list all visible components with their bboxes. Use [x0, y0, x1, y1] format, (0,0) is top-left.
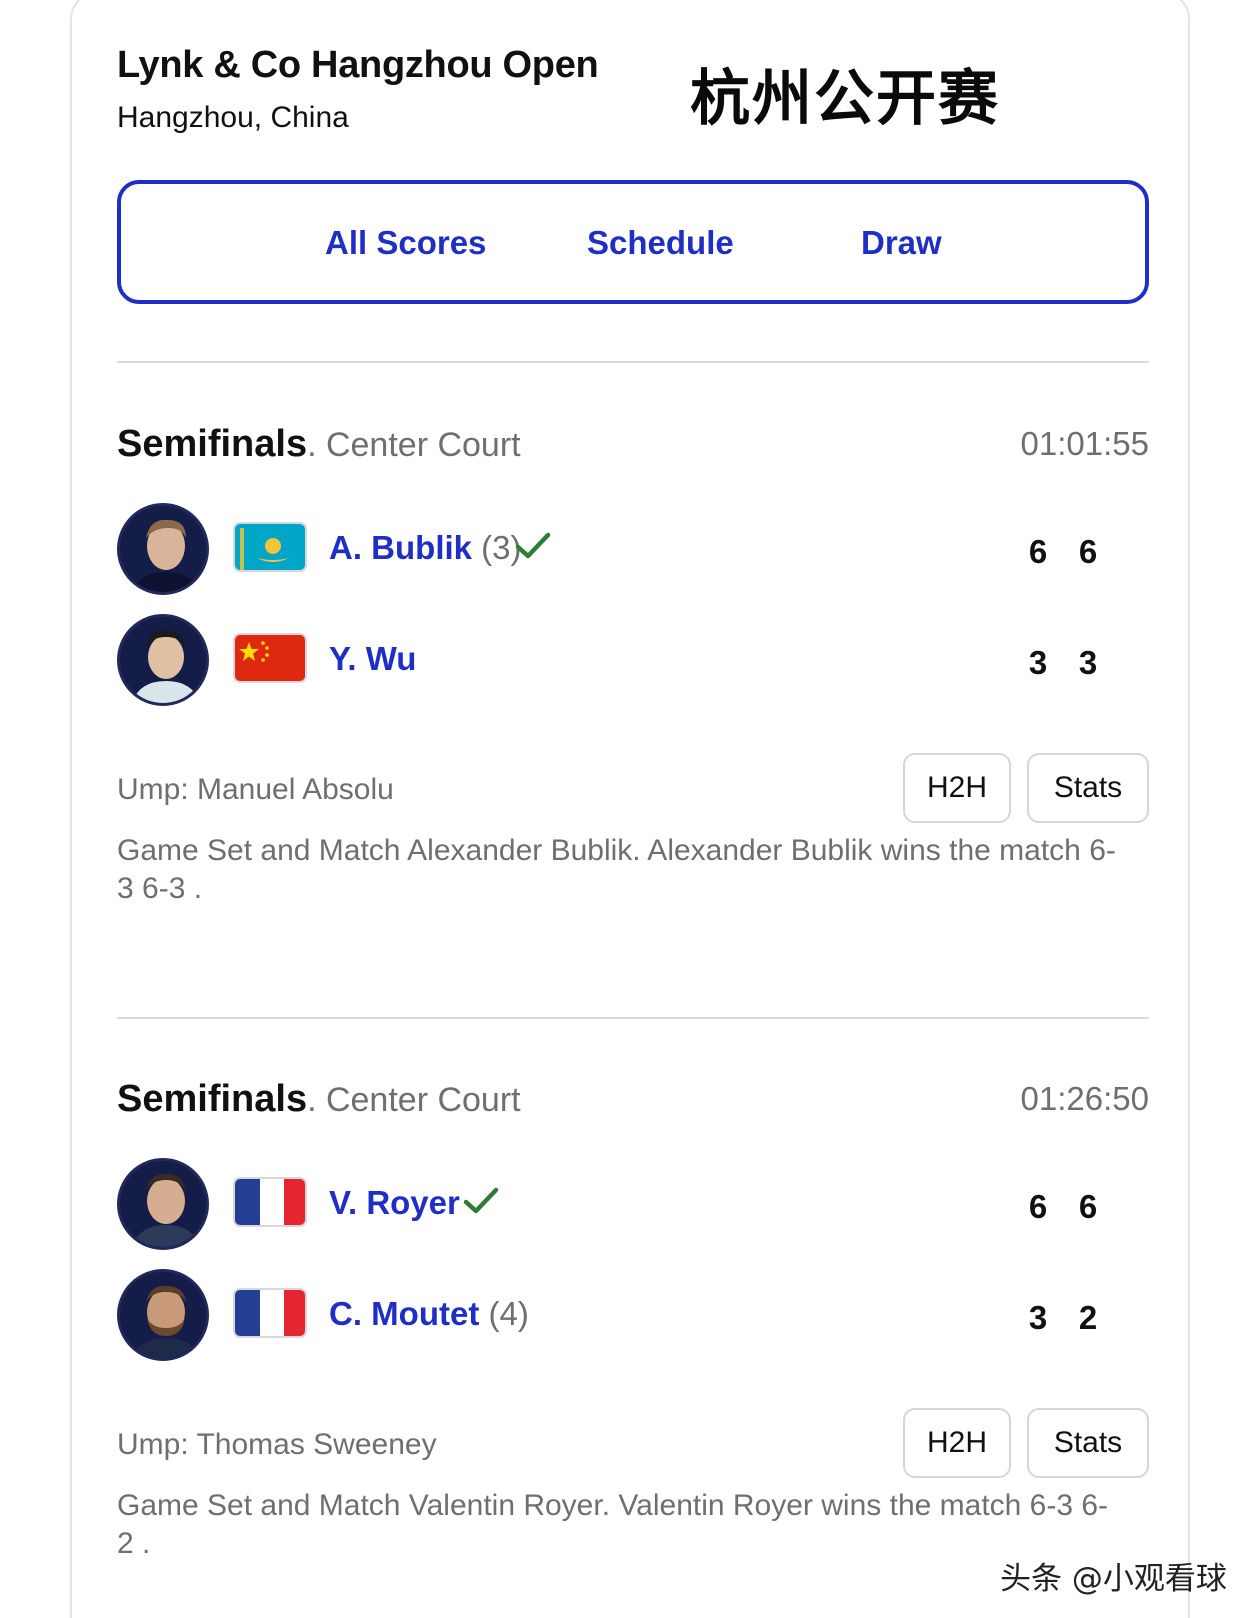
round-label: Semifinals	[117, 423, 308, 465]
player-name[interactable]: A. Bublik (3)	[329, 529, 522, 567]
set-score: 2	[1078, 1299, 1098, 1336]
player-row: A. Bublik (3) 6 6	[117, 503, 1149, 595]
match-duration: 01:26:50	[1020, 1080, 1149, 1117]
player-avatar[interactable]	[117, 1158, 209, 1250]
winner-check-icon	[515, 532, 551, 559]
flag-kazakhstan-icon	[233, 522, 307, 572]
match-summary: Game Set and Match Alexander Bublik. Ale…	[117, 834, 1116, 905]
h2h-button[interactable]: H2H	[903, 1408, 1011, 1478]
flag-china-icon	[233, 633, 307, 683]
set-score: 6	[1028, 1188, 1048, 1225]
player-row: Y. Wu 3 3	[117, 614, 1149, 706]
tournament-name: Lynk & Co Hangzhou Open	[117, 44, 599, 86]
player-avatar[interactable]	[117, 503, 209, 595]
player-avatar[interactable]	[117, 614, 209, 706]
player-name[interactable]: V. Royer	[329, 1184, 460, 1222]
set-score: 3	[1028, 644, 1048, 681]
player-seed: (4)	[479, 1295, 529, 1332]
round-heading: Semifinals. Center Court	[117, 1078, 521, 1121]
tournament-nav: All Scores Schedule Draw	[117, 180, 1149, 304]
tab-draw[interactable]: Draw	[861, 224, 942, 262]
stats-button[interactable]: Stats	[1027, 753, 1149, 823]
stats-button[interactable]: Stats	[1027, 1408, 1149, 1478]
tournament-header: Lynk & Co Hangzhou Open Hangzhou, China	[117, 44, 599, 135]
tab-schedule[interactable]: Schedule	[587, 224, 734, 262]
set-score: 6	[1028, 533, 1048, 570]
round-heading: Semifinals. Center Court	[117, 423, 521, 466]
h2h-button[interactable]: H2H	[903, 753, 1011, 823]
watermark: 头条 @小观看球	[1000, 1561, 1227, 1597]
player-avatar[interactable]	[117, 1269, 209, 1361]
player-row: V. Royer 6 6	[117, 1158, 1149, 1250]
player-row: C. Moutet (4) 3 2	[117, 1269, 1149, 1361]
player-name[interactable]: Y. Wu	[329, 640, 416, 678]
set-score: 3	[1078, 644, 1098, 681]
set-score: 6	[1078, 1188, 1098, 1225]
set-score: 3	[1028, 1299, 1048, 1336]
round-label: Semifinals	[117, 1078, 308, 1120]
set-score: 6	[1078, 533, 1098, 570]
section-divider	[117, 361, 1149, 363]
winner-check-icon	[463, 1187, 499, 1214]
umpire-label: Ump: Manuel Absolu	[117, 773, 394, 806]
umpire-label: Ump: Thomas Sweeney	[117, 1428, 437, 1461]
flag-france-icon	[233, 1288, 307, 1338]
flag-france-icon	[233, 1177, 307, 1227]
chinese-title: 杭州公开赛	[690, 64, 1000, 134]
section-divider	[117, 1017, 1149, 1019]
match-summary: Game Set and Match Valentin Royer. Valen…	[117, 1489, 1109, 1560]
court-label: . Center Court	[307, 1081, 521, 1119]
match-duration: 01:01:55	[1020, 425, 1149, 462]
court-label: . Center Court	[307, 426, 521, 464]
tab-all-scores[interactable]: All Scores	[325, 224, 486, 262]
tournament-location: Hangzhou, China	[117, 101, 349, 134]
player-name[interactable]: C. Moutet (4)	[329, 1295, 529, 1333]
